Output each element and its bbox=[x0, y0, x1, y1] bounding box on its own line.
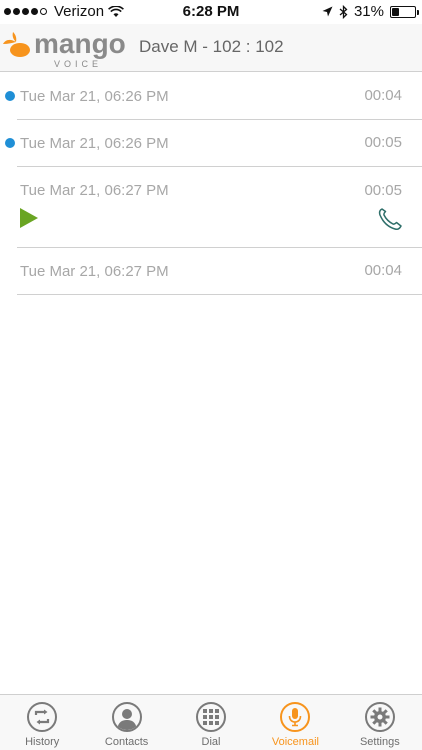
tab-history[interactable]: History bbox=[0, 695, 84, 750]
voicemail-duration: 00:05 bbox=[364, 134, 402, 151]
contacts-icon bbox=[111, 702, 142, 732]
voicemail-duration: 00:04 bbox=[364, 87, 402, 104]
voicemail-row[interactable]: Tue Mar 21, 06:26 PM 00:04 bbox=[0, 73, 422, 120]
tab-settings[interactable]: Settings bbox=[338, 695, 422, 750]
voicemail-row[interactable]: Tue Mar 21, 06:27 PM 00:04 bbox=[0, 248, 422, 295]
status-bar: Verizon 6:28 PM 31% bbox=[0, 0, 422, 24]
voicemail-row-expanded[interactable]: Tue Mar 21, 06:27 PM 00:05 bbox=[0, 167, 422, 248]
voicemail-date: Tue Mar 21, 06:26 PM bbox=[20, 88, 169, 105]
tab-voicemail[interactable]: Voicemail bbox=[253, 695, 337, 750]
voicemail-row[interactable]: Tue Mar 21, 06:26 PM 00:05 bbox=[0, 120, 422, 167]
tab-dial[interactable]: Dial bbox=[169, 695, 253, 750]
logo-wordmark: mango bbox=[34, 28, 126, 59]
mango-voice-logo: mango VOICE bbox=[2, 28, 130, 70]
location-arrow-icon bbox=[322, 6, 333, 17]
tab-label: History bbox=[25, 736, 60, 748]
battery-icon bbox=[390, 5, 419, 18]
gear-icon bbox=[364, 702, 395, 732]
voicemail-date: Tue Mar 21, 06:27 PM bbox=[20, 182, 169, 199]
tab-contacts[interactable]: Contacts bbox=[84, 695, 168, 750]
battery-percent: 31% bbox=[353, 3, 384, 20]
tab-label: Settings bbox=[359, 736, 400, 748]
microphone-icon bbox=[280, 702, 311, 732]
voicemail-duration: 00:05 bbox=[364, 182, 402, 199]
logo-subtitle: VOICE bbox=[54, 59, 103, 69]
tab-bar: History Contacts Dial Voicemail Settings bbox=[0, 694, 422, 750]
voicemail-duration: 00:04 bbox=[364, 262, 402, 279]
history-icon bbox=[27, 702, 58, 732]
voicemail-date: Tue Mar 21, 06:27 PM bbox=[20, 263, 169, 280]
dialpad-icon bbox=[196, 702, 227, 732]
mango-leaf-icon bbox=[3, 32, 30, 57]
battery-level bbox=[392, 7, 399, 16]
unread-indicator bbox=[5, 91, 15, 101]
tab-label: Contacts bbox=[104, 736, 149, 748]
unread-indicator bbox=[5, 138, 15, 148]
phone-callback-icon[interactable] bbox=[377, 207, 403, 231]
extension-title: Dave M - 102 : 102 bbox=[139, 37, 284, 56]
voicemail-list: Tue Mar 21, 06:26 PM 00:04 Tue Mar 21, 0… bbox=[0, 73, 422, 295]
voicemail-date: Tue Mar 21, 06:26 PM bbox=[20, 135, 169, 152]
play-icon[interactable] bbox=[19, 207, 39, 229]
row-divider bbox=[17, 294, 422, 295]
app-header: mango VOICE Dave M - 102 : 102 bbox=[0, 24, 422, 72]
bluetooth-icon bbox=[339, 4, 348, 19]
tab-label: Voicemail bbox=[271, 736, 319, 748]
status-right: 31% bbox=[322, 3, 419, 20]
tab-label: Dial bbox=[201, 736, 221, 748]
